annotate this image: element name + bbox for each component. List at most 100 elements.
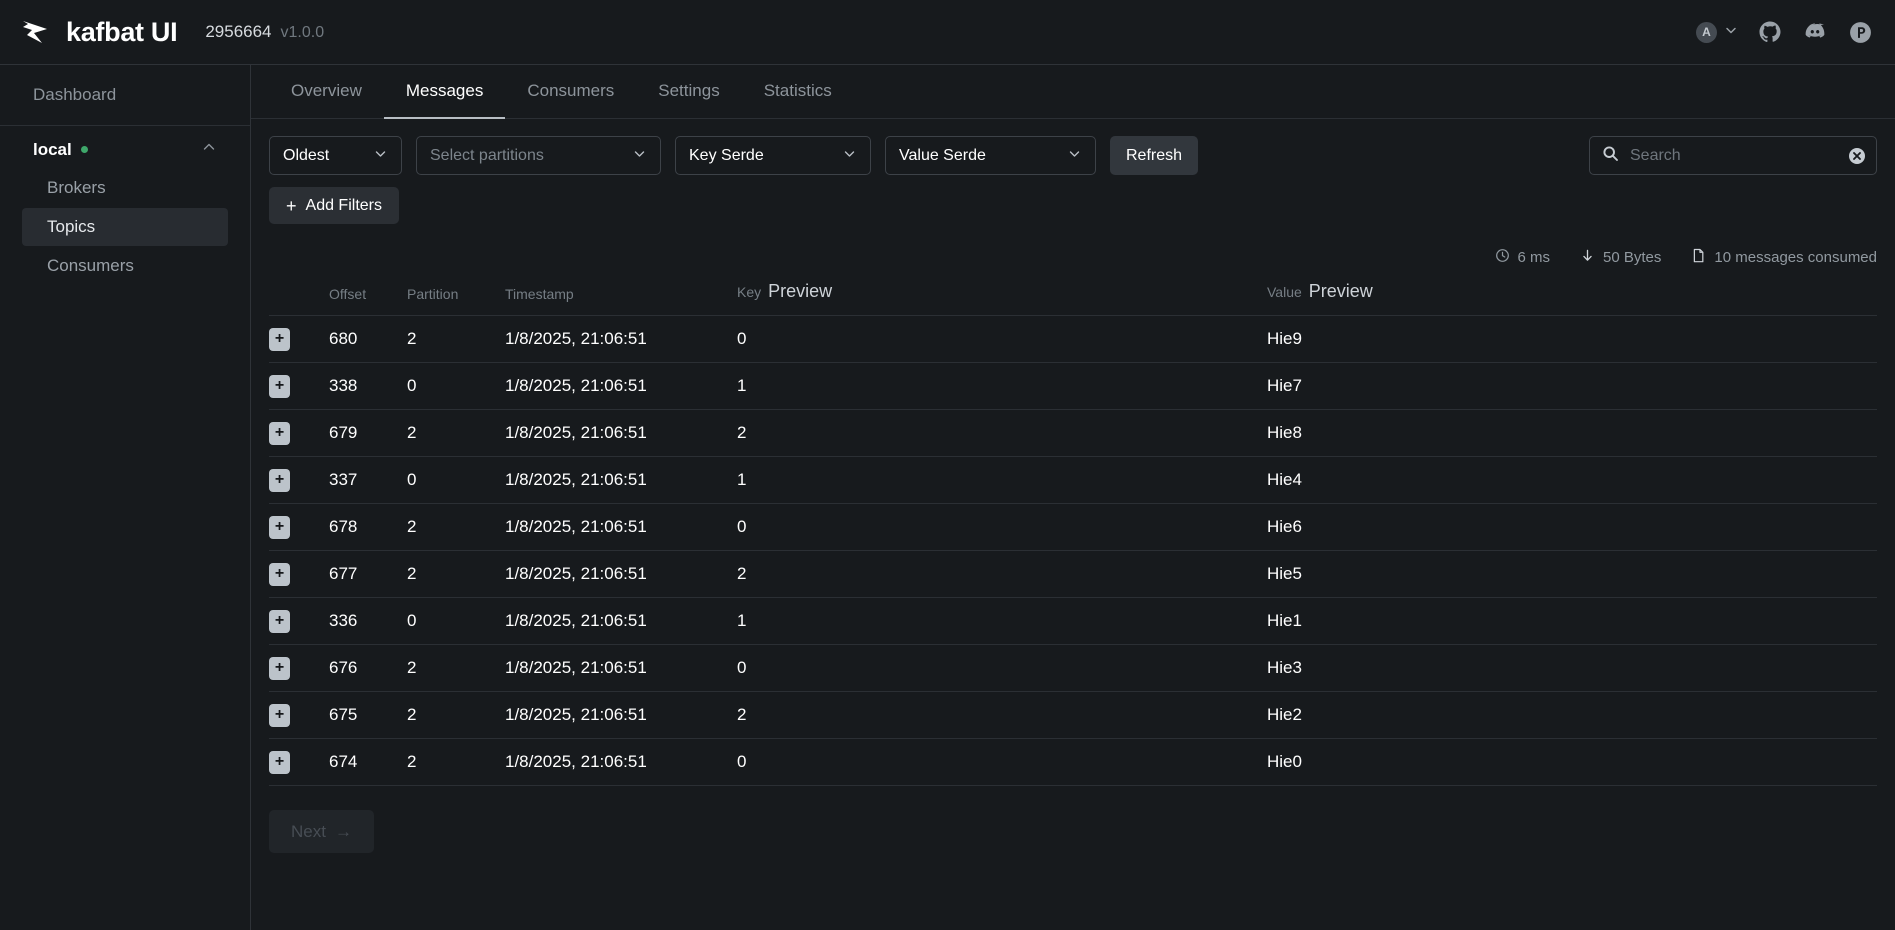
row-value: Hie0 — [1267, 738, 1877, 786]
key-serde-value: Key Serde — [689, 146, 764, 164]
row-expand-cell: + — [269, 362, 329, 410]
sidebar-item-brokers[interactable]: Brokers — [22, 169, 228, 207]
th-offset[interactable]: Offset — [329, 281, 407, 316]
row-key: 0 — [737, 315, 1267, 363]
value-serde-value: Value Serde — [899, 146, 986, 164]
row-value: Hie9 — [1267, 315, 1877, 363]
table-row[interactable]: +674 2 1/8/2025, 21:06:51 0 Hie0 — [269, 738, 1877, 786]
expand-row-icon[interactable]: + — [269, 703, 290, 727]
row-value: Hie2 — [1267, 691, 1877, 739]
row-expand-cell: + — [269, 503, 329, 551]
stat-bytes-value: 50 Bytes — [1603, 249, 1662, 266]
table-row[interactable]: +336 0 1/8/2025, 21:06:51 1 Hie1 — [269, 597, 1877, 645]
row-timestamp: 1/8/2025, 21:06:51 — [505, 362, 737, 410]
th-key[interactable]: Key Preview — [737, 281, 1267, 316]
row-partition: 2 — [407, 738, 505, 786]
add-filters-label: Add Filters — [305, 196, 382, 214]
sidebar-item-consumers[interactable]: Consumers — [22, 247, 228, 285]
row-expand-cell: + — [269, 315, 329, 363]
row-offset: 338 — [329, 362, 407, 410]
row-value: Hie3 — [1267, 644, 1877, 692]
row-expand-cell: + — [269, 550, 329, 598]
tab-statistics[interactable]: Statistics — [742, 65, 854, 119]
expand-row-icon[interactable]: + — [269, 656, 290, 680]
app-root: kafbat UI 2956664 v1.0.0 A Dashboard loc… — [0, 0, 1895, 930]
expand-row-icon[interactable]: + — [269, 374, 290, 398]
expand-row-icon[interactable]: + — [269, 515, 290, 539]
row-key: 2 — [737, 691, 1267, 739]
plus-icon: + — [286, 195, 297, 216]
th-timestamp[interactable]: Timestamp — [505, 281, 737, 316]
sidebar: Dashboard local Brokers Topics Consumers — [0, 65, 251, 930]
add-filters-button[interactable]: + Add Filters — [269, 187, 399, 224]
pagination: Next → — [269, 810, 1877, 853]
table-row[interactable]: +679 2 1/8/2025, 21:06:51 2 Hie8 — [269, 409, 1877, 457]
file-icon — [1691, 248, 1706, 267]
tab-overview[interactable]: Overview — [269, 65, 384, 119]
circled-p-icon[interactable] — [1848, 20, 1873, 45]
brand[interactable]: kafbat UI — [18, 15, 178, 49]
stat-elapsed: 6 ms — [1495, 248, 1550, 267]
tab-consumers[interactable]: Consumers — [505, 65, 636, 119]
th-expand — [269, 281, 329, 316]
table-row[interactable]: +680 2 1/8/2025, 21:06:51 0 Hie9 — [269, 315, 1877, 363]
arrow-right-icon: → — [334, 821, 352, 841]
row-offset: 677 — [329, 550, 407, 598]
table-row[interactable]: +675 2 1/8/2025, 21:06:51 2 Hie2 — [269, 691, 1877, 739]
row-timestamp: 1/8/2025, 21:06:51 — [505, 738, 737, 786]
tab-settings[interactable]: Settings — [636, 65, 741, 119]
row-timestamp: 1/8/2025, 21:06:51 — [505, 691, 737, 739]
table-head: Offset Partition Timestamp Key Preview Va… — [269, 281, 1877, 316]
partitions-select[interactable]: Select partitions — [416, 136, 661, 175]
version-label: v1.0.0 — [280, 24, 325, 41]
expand-row-icon[interactable]: + — [269, 468, 290, 492]
row-timestamp: 1/8/2025, 21:06:51 — [505, 456, 737, 504]
clock-icon — [1495, 248, 1510, 267]
expand-row-icon[interactable]: + — [269, 327, 290, 351]
expand-row-icon[interactable]: + — [269, 421, 290, 445]
messages-table-wrap: Offset Partition Timestamp Key Preview Va… — [269, 281, 1877, 786]
messages-table: Offset Partition Timestamp Key Preview Va… — [269, 281, 1877, 786]
expand-row-icon[interactable]: + — [269, 750, 290, 774]
avatar: A — [1696, 21, 1717, 43]
row-partition: 2 — [407, 503, 505, 551]
user-menu-button[interactable]: A — [1696, 21, 1738, 43]
th-value[interactable]: Value Preview — [1267, 281, 1877, 316]
row-offset: 676 — [329, 644, 407, 692]
seek-type-select[interactable]: Oldest — [269, 136, 402, 175]
tab-messages[interactable]: Messages — [383, 65, 506, 119]
chevron-up-icon[interactable] — [201, 139, 217, 160]
key-serde-select[interactable]: Key Serde — [675, 136, 871, 175]
kafbat-bird-logo-icon — [18, 15, 52, 49]
table-row[interactable]: +678 2 1/8/2025, 21:06:51 0 Hie6 — [269, 503, 1877, 551]
sidebar-item-dashboard[interactable]: Dashboard — [22, 79, 228, 111]
expand-row-icon[interactable]: + — [269, 609, 290, 633]
refresh-button[interactable]: Refresh — [1110, 136, 1199, 175]
sidebar-item-topics[interactable]: Topics — [22, 208, 228, 246]
table-row[interactable]: +676 2 1/8/2025, 21:06:51 0 Hie3 — [269, 644, 1877, 692]
row-value: Hie6 — [1267, 503, 1877, 551]
discord-icon[interactable] — [1802, 19, 1828, 45]
row-offset: 336 — [329, 597, 407, 645]
app-header: kafbat UI 2956664 v1.0.0 A — [0, 0, 1895, 65]
messages-panel: Oldest Select partitions Key Serde Value… — [251, 119, 1895, 930]
value-serde-select[interactable]: Value Serde — [885, 136, 1096, 175]
search-box[interactable] — [1589, 136, 1877, 175]
table-row[interactable]: +677 2 1/8/2025, 21:06:51 2 Hie5 — [269, 550, 1877, 598]
seek-type-value: Oldest — [283, 146, 330, 164]
row-timestamp: 1/8/2025, 21:06:51 — [505, 315, 737, 363]
table-row[interactable]: +337 0 1/8/2025, 21:06:51 1 Hie4 — [269, 456, 1877, 504]
next-page-button[interactable]: Next → — [269, 810, 374, 853]
github-icon[interactable] — [1758, 20, 1782, 44]
expand-row-icon[interactable]: + — [269, 562, 290, 586]
row-value: Hie8 — [1267, 409, 1877, 457]
table-row[interactable]: +338 0 1/8/2025, 21:06:51 1 Hie7 — [269, 362, 1877, 410]
stat-messages: 10 messages consumed — [1691, 248, 1877, 267]
clear-circle-icon[interactable] — [1848, 147, 1866, 165]
cluster-name: local — [33, 139, 72, 159]
th-partition[interactable]: Partition — [407, 281, 505, 316]
row-value: Hie5 — [1267, 550, 1877, 598]
sidebar-cluster-local[interactable]: local — [22, 132, 228, 167]
search-input[interactable] — [1630, 146, 1837, 165]
row-timestamp: 1/8/2025, 21:06:51 — [505, 409, 737, 457]
